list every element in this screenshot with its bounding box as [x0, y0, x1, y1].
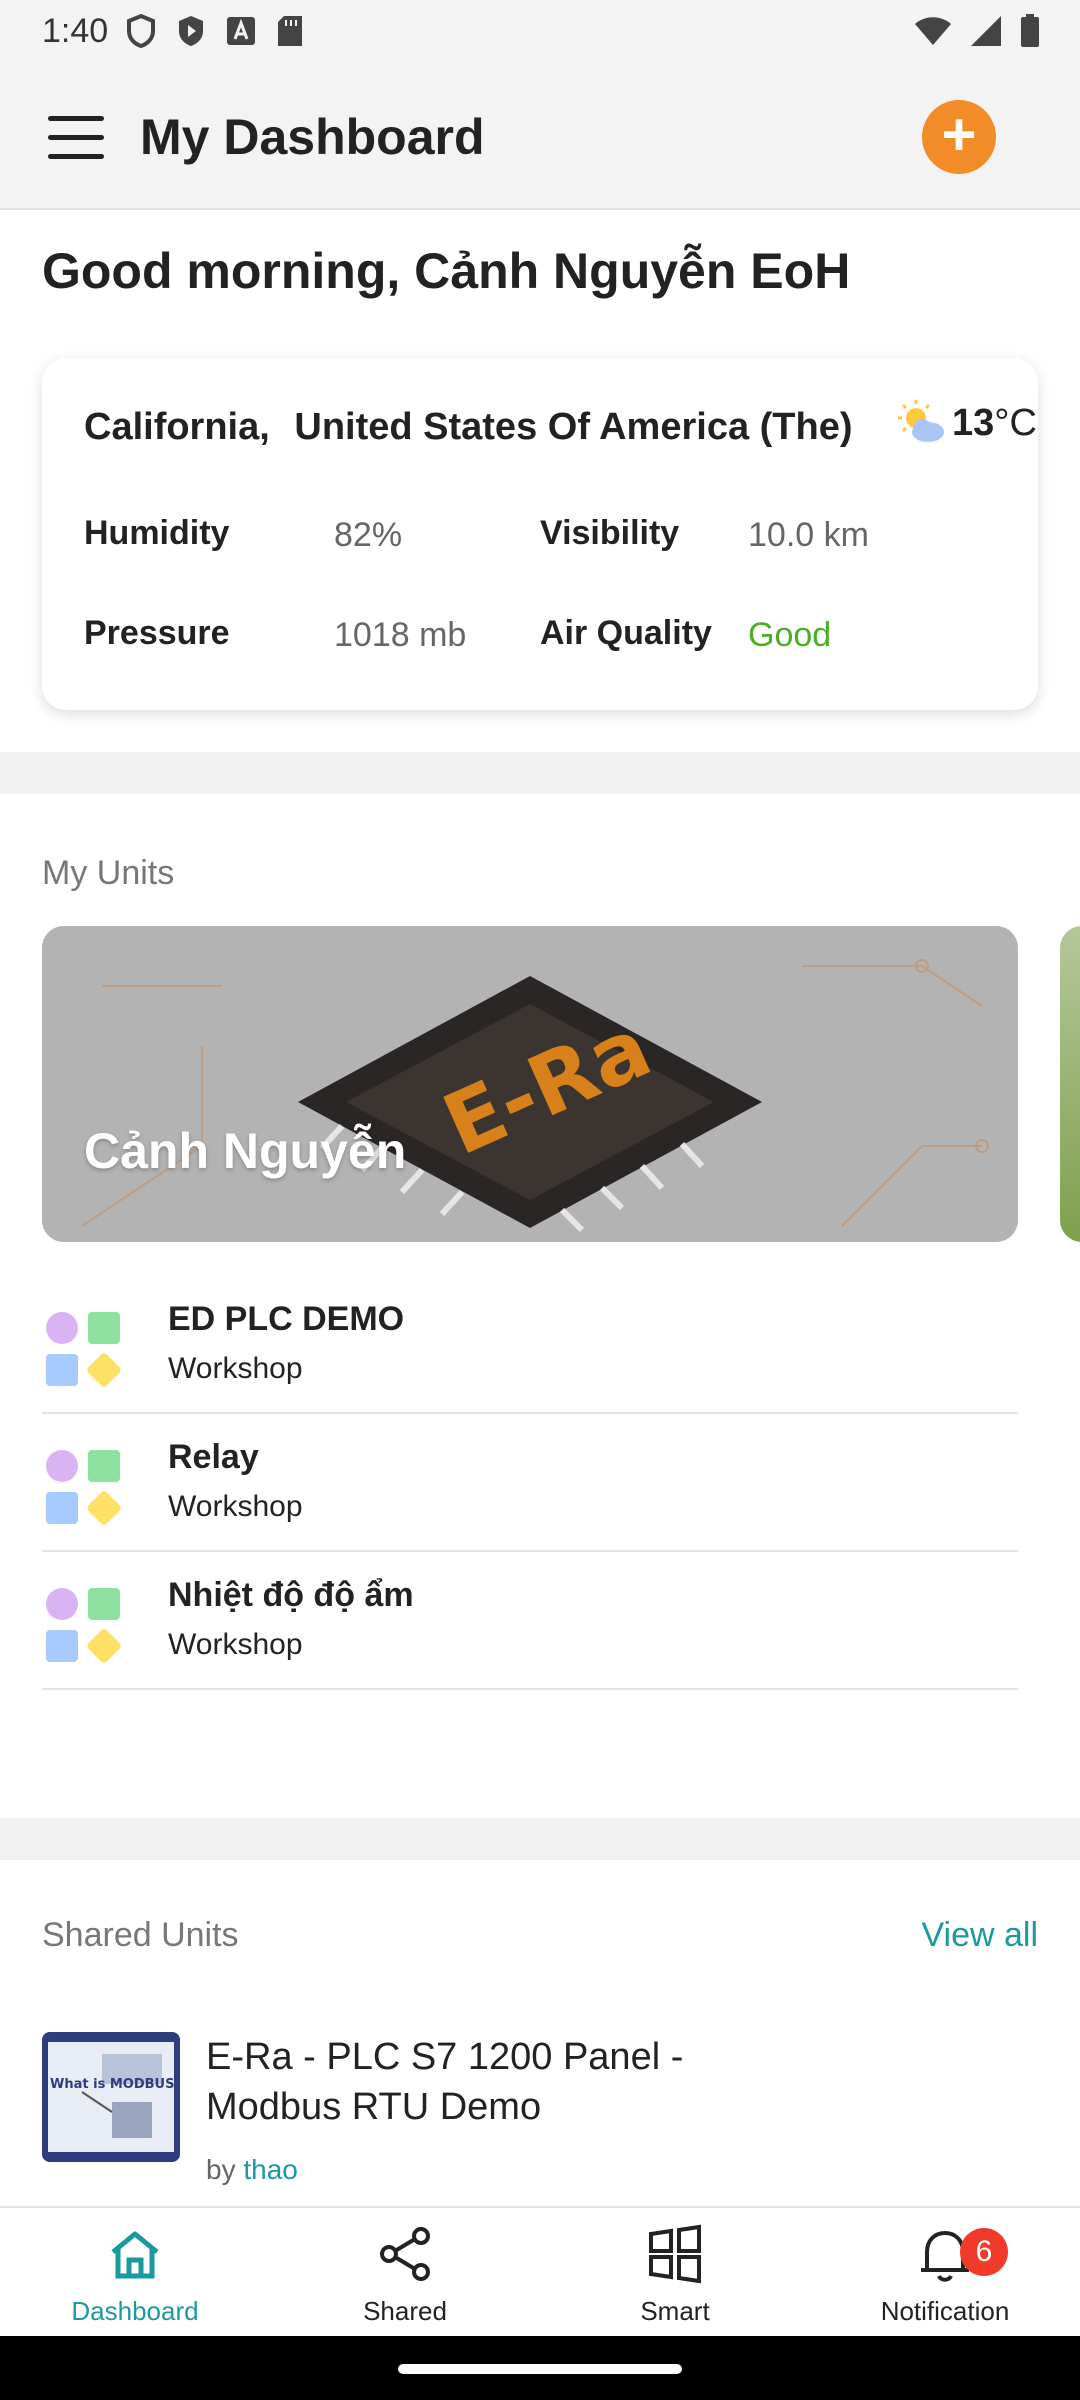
play-shield-icon: [179, 16, 203, 46]
visibility-label: Visibility: [540, 514, 680, 552]
chip-illustration: E-Ra: [42, 926, 1018, 1242]
unit-item[interactable]: ED PLC DEMO Workshop: [42, 1276, 1018, 1414]
unit-shapes-icon: [46, 1450, 123, 1527]
unit-banner[interactable]: E-Ra Cảnh Nguyễn: [42, 926, 1018, 1242]
share-icon: [380, 2227, 430, 2281]
partly-sunny-icon: [898, 400, 944, 442]
temperature-value: 13: [952, 402, 995, 444]
shared-author-link[interactable]: thao: [243, 2154, 298, 2185]
weather-city: California,: [84, 406, 270, 448]
page-title: My Dashboard: [140, 109, 485, 165]
menu-button[interactable]: [48, 116, 104, 160]
unit-item[interactable]: Relay Workshop: [42, 1414, 1018, 1552]
weather-country: United States Of America (The): [294, 406, 853, 448]
vpn-shield-icon: [127, 14, 155, 48]
nav-label: Dashboard: [71, 2296, 199, 2326]
my-units-section: My Units E-Ra Cảnh Nguyễn ED PLC DEMO Wo…: [0, 794, 1080, 1818]
keyboard-icon: [227, 17, 255, 45]
unit-type: Workshop: [168, 1628, 303, 1661]
status-bar: 1:40: [0, 0, 1080, 64]
air-quality-label: Air Quality: [540, 614, 712, 652]
unit-banner-next[interactable]: [1060, 926, 1080, 1242]
status-time: 1:40: [42, 12, 109, 50]
shared-unit-author: by thao: [206, 2154, 298, 2186]
greeting-section: Good morning, Cảnh Nguyễn EoH California…: [0, 210, 1080, 752]
unit-name: Relay: [168, 1438, 259, 1476]
unit-name: ED PLC DEMO: [168, 1300, 405, 1338]
battery-icon: [1021, 14, 1039, 47]
temperature-unit: °C: [994, 402, 1037, 444]
pressure-label: Pressure: [84, 614, 230, 652]
my-units-label: My Units: [42, 854, 175, 892]
shared-units-label: Shared Units: [42, 1916, 239, 1954]
nav-label: Notification: [880, 2296, 1010, 2326]
unit-list: ED PLC DEMO Workshop Relay Workshop Nhiệ…: [42, 1276, 1018, 1690]
nav-dashboard[interactable]: Dashboard: [0, 2208, 270, 2338]
home-gesture-handle[interactable]: [398, 2364, 682, 2374]
nav-smart[interactable]: Smart: [540, 2208, 810, 2338]
menu-icon-line: [48, 154, 104, 159]
app-bar: My Dashboard +: [0, 64, 1080, 210]
view-all-link[interactable]: View all: [921, 1916, 1038, 1955]
visibility-value: 10.0 km: [748, 516, 869, 554]
shared-units-section: Shared Units View all What is MODBUS? E-…: [0, 1860, 1080, 2208]
shared-unit-title[interactable]: E-Ra - PLC S7 1200 Panel - Modbus RTU De…: [206, 2032, 746, 2132]
unit-shapes-icon: [46, 1312, 123, 1389]
pressure-value: 1018 mb: [334, 616, 467, 654]
weather-temperature: 13°C: [952, 402, 1037, 445]
nav-label: Shared: [363, 2296, 447, 2326]
unit-shapes-icon: [46, 1588, 123, 1665]
bottom-navigation: Dashboard Shared Smart 6 Notification: [0, 2206, 1080, 2336]
menu-icon: [48, 116, 104, 121]
add-button[interactable]: +: [922, 100, 996, 174]
menu-icon-line: [48, 135, 104, 140]
nav-notification[interactable]: 6 Notification: [810, 2208, 1080, 2338]
unit-type: Workshop: [168, 1490, 303, 1523]
unit-item[interactable]: Nhiệt độ độ ẩm Workshop: [42, 1552, 1018, 1690]
notification-badge: 6: [960, 2228, 1008, 2276]
shared-unit-thumbnail[interactable]: What is MODBUS?: [42, 2032, 180, 2162]
grid-icon: [649, 2224, 701, 2284]
sd-card-icon: [278, 16, 302, 46]
nav-shared[interactable]: Shared: [270, 2208, 540, 2338]
humidity-label: Humidity: [84, 514, 230, 552]
modbus-thumbnail-image: What is MODBUS?: [42, 2032, 180, 2162]
gesture-navigation-bar: [0, 2336, 1080, 2400]
unit-type: Workshop: [168, 1352, 303, 1385]
svg-text:What is MODBUS?: What is MODBUS?: [50, 2077, 180, 2092]
status-icons-left: [126, 14, 304, 48]
cellular-signal-icon: [971, 16, 1001, 46]
shared-by-label: by: [206, 2154, 236, 2185]
unit-banner-name: Cảnh Nguyễn: [84, 1123, 407, 1179]
weather-card[interactable]: California, United States Of America (Th…: [42, 358, 1038, 710]
humidity-value: 82%: [334, 516, 403, 554]
greeting-text: Good morning, Cảnh Nguyễn EoH: [42, 243, 851, 299]
wifi-icon: [915, 17, 951, 45]
unit-name: Nhiệt độ độ ẩm: [168, 1576, 414, 1614]
status-icons-right: [914, 14, 1040, 48]
home-icon: [111, 2231, 159, 2279]
nav-label: Smart: [640, 2296, 710, 2326]
air-quality-value: Good: [748, 616, 832, 654]
weather-location: California, United States Of America (Th…: [84, 406, 853, 449]
